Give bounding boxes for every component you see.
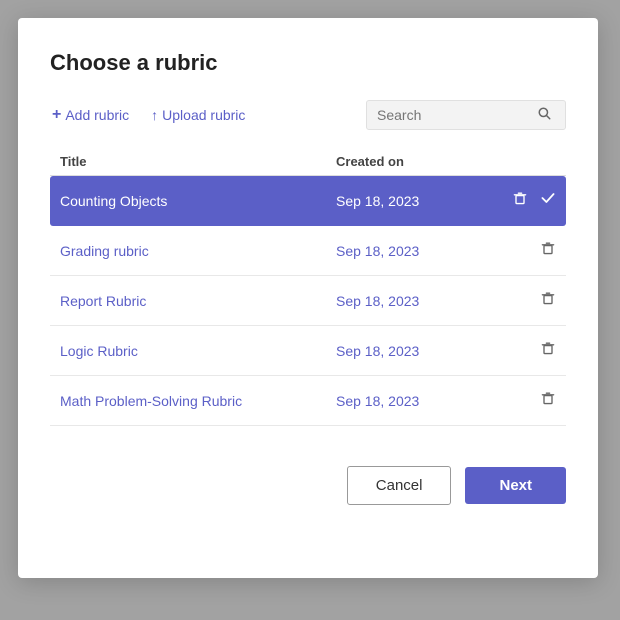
rubric-date: Sep 18, 2023: [336, 193, 496, 209]
delete-rubric-icon[interactable]: [540, 340, 556, 361]
rubric-date: Sep 18, 2023: [336, 243, 496, 259]
search-input[interactable]: [377, 107, 537, 123]
upload-icon: ↑: [151, 107, 158, 123]
delete-rubric-icon[interactable]: [540, 390, 556, 411]
col-title-header: Title: [60, 154, 336, 169]
rubric-actions: [496, 390, 556, 411]
cancel-button[interactable]: Cancel: [347, 466, 452, 505]
delete-rubric-icon[interactable]: [540, 240, 556, 261]
rubric-title: Logic Rubric: [60, 343, 336, 359]
table-row[interactable]: Counting ObjectsSep 18, 2023: [50, 176, 566, 226]
table-row[interactable]: Logic RubricSep 18, 2023: [50, 326, 566, 376]
rubric-actions: [496, 190, 556, 211]
toolbar-left: + Add rubric ↑ Upload rubric: [50, 102, 247, 128]
table-row[interactable]: Report RubricSep 18, 2023: [50, 276, 566, 326]
add-rubric-button[interactable]: + Add rubric: [50, 102, 131, 128]
upload-rubric-button[interactable]: ↑ Upload rubric: [149, 103, 247, 127]
col-created-header: Created on: [336, 154, 496, 169]
table-header: Title Created on: [50, 148, 566, 176]
rubric-date: Sep 18, 2023: [336, 293, 496, 309]
rubric-title: Counting Objects: [60, 193, 336, 209]
rubric-actions: [496, 240, 556, 261]
modal-footer: Cancel Next: [50, 466, 566, 505]
rubric-date: Sep 18, 2023: [336, 343, 496, 359]
table-row[interactable]: Math Problem-Solving RubricSep 18, 2023: [50, 376, 566, 426]
search-icon: [537, 106, 552, 124]
search-box: [366, 100, 566, 130]
rubric-date: Sep 18, 2023: [336, 393, 496, 409]
rubric-actions: [496, 290, 556, 311]
rubric-list: Counting ObjectsSep 18, 2023Grading rubr…: [50, 176, 566, 426]
rubric-actions: [496, 340, 556, 361]
selected-check-icon: [540, 190, 556, 211]
modal-overlay: Choose a rubric + Add rubric ↑ Upload ru…: [0, 0, 620, 620]
delete-rubric-icon[interactable]: [512, 190, 528, 211]
delete-rubric-icon[interactable]: [540, 290, 556, 311]
plus-icon: +: [52, 106, 61, 124]
choose-rubric-modal: Choose a rubric + Add rubric ↑ Upload ru…: [18, 18, 598, 578]
toolbar: + Add rubric ↑ Upload rubric: [50, 100, 566, 130]
rubric-title: Grading rubric: [60, 243, 336, 259]
upload-rubric-label: Upload rubric: [162, 107, 245, 123]
add-rubric-label: Add rubric: [65, 107, 129, 123]
next-button[interactable]: Next: [465, 467, 566, 504]
rubric-title: Math Problem-Solving Rubric: [60, 393, 336, 409]
modal-title: Choose a rubric: [50, 50, 566, 76]
rubric-title: Report Rubric: [60, 293, 336, 309]
table-row[interactable]: Grading rubricSep 18, 2023: [50, 226, 566, 276]
